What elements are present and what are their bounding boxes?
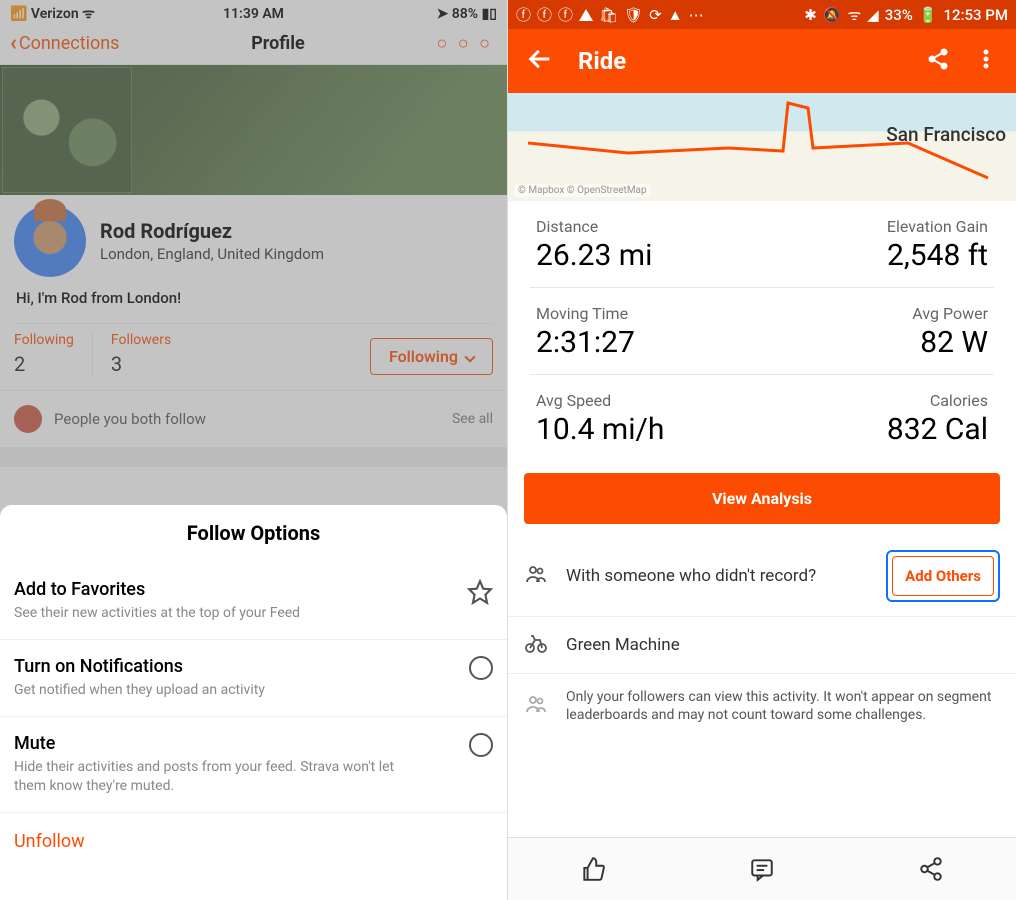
following-count[interactable]: Following 2 <box>14 332 74 376</box>
follow-options-sheet: Follow Options Add to Favorites See thei… <box>0 505 507 900</box>
bike-icon <box>524 631 552 659</box>
profile-location: London, England, United Kingdom <box>100 245 324 263</box>
stat-distance: Distance 26.23 mi <box>530 201 762 287</box>
page-title: Profile <box>251 33 305 54</box>
app-bar: Ride <box>508 29 1016 93</box>
status-time: 11:39 AM <box>0 6 507 22</box>
more-icon[interactable]: ○ ○ ○ <box>436 33 493 54</box>
profile-name: Rod Rodríguez <box>100 219 324 243</box>
profile-bio: Hi, I'm Rod from London! <box>16 289 493 307</box>
with-someone-row: With someone who didn't record? Add Othe… <box>508 536 1016 617</box>
stat-elevation: Elevation Gain 2,548 ft <box>762 201 994 287</box>
map-attribution: © Mapbox © OpenStreetMap <box>514 184 651 197</box>
status-left-icons: ⓕⓕⓕ🛍🛡⟳▲⋯ <box>516 4 704 25</box>
turn-on-notifications-row[interactable]: Turn on Notifications Get notified when … <box>0 640 507 717</box>
stat-avg-speed: Avg Speed 10.4 mi/h <box>530 375 762 461</box>
android-status-bar: ⓕⓕⓕ🛍🛡⟳▲⋯ ✱🔕ᯤ◢ 33%🔋 12:53 PM <box>508 0 1016 29</box>
chevron-down-icon <box>464 351 475 362</box>
overflow-menu-icon[interactable] <box>974 47 998 75</box>
radio-unchecked-icon <box>469 733 493 757</box>
star-icon <box>467 579 493 605</box>
followers-count[interactable]: Followers 3 <box>111 332 171 376</box>
screen-title: Ride <box>578 47 926 75</box>
status-right: ✱🔕ᯤ◢ 33%🔋 12:53 PM <box>804 5 1008 25</box>
comment-button[interactable] <box>677 838 846 900</box>
add-others-button[interactable]: Add Others <box>892 556 994 596</box>
back-button[interactable]: ‹ Connections <box>10 31 119 56</box>
radio-unchecked-icon <box>469 656 493 680</box>
sheet-title: Follow Options <box>0 505 507 563</box>
gear-name: Green Machine <box>566 634 1000 656</box>
privacy-row: Only your followers can view this activi… <box>508 674 1016 738</box>
add-others-highlight: Add Others <box>886 550 1000 602</box>
privacy-text: Only your followers can view this activi… <box>566 688 1000 724</box>
unfollow-button[interactable]: Unfollow <box>0 813 507 870</box>
mutual-label: People you both follow <box>54 410 206 428</box>
gear-row[interactable]: Green Machine <box>508 617 1016 674</box>
ios-status-bar: 📶 Verizon ᯤ 11:39 AM ➤ 88% ▮▯ <box>0 0 507 25</box>
cover-photo <box>0 65 507 195</box>
people-you-both-follow-row[interactable]: People you both follow See all <box>0 390 507 447</box>
bottom-action-bar <box>508 837 1016 900</box>
add-to-favorites-row[interactable]: Add to Favorites See their new activitie… <box>0 563 507 640</box>
share-icon[interactable] <box>926 47 950 75</box>
view-analysis-button[interactable]: View Analysis <box>524 473 1000 524</box>
stat-moving-time: Moving Time 2:31:27 <box>530 288 762 374</box>
back-label: Connections <box>19 33 120 54</box>
chevron-left-icon: ‹ <box>10 31 17 56</box>
stats-grid: Distance 26.23 mi Elevation Gain 2,548 f… <box>508 201 1016 461</box>
kudos-button[interactable] <box>508 838 677 900</box>
following-button[interactable]: Following <box>370 338 493 375</box>
see-all-link[interactable]: See all <box>452 411 493 427</box>
with-someone-label: With someone who didn't record? <box>566 565 872 587</box>
back-arrow-icon[interactable] <box>526 45 554 77</box>
group-icon <box>524 562 552 590</box>
followers-icon <box>524 692 552 720</box>
avatar[interactable] <box>14 205 86 277</box>
activity-map[interactable]: San Francisco © Mapbox © OpenStreetMap <box>508 93 1016 201</box>
stat-calories: Calories 832 Cal <box>762 375 994 461</box>
mutual-avatar-icon <box>14 405 42 433</box>
stat-avg-power: Avg Power 82 W <box>762 288 994 374</box>
mute-row[interactable]: Mute Hide their activities and posts fro… <box>0 717 507 813</box>
nav-bar: ‹ Connections Profile ○ ○ ○ <box>0 25 507 65</box>
share-action-button[interactable] <box>847 838 1016 900</box>
